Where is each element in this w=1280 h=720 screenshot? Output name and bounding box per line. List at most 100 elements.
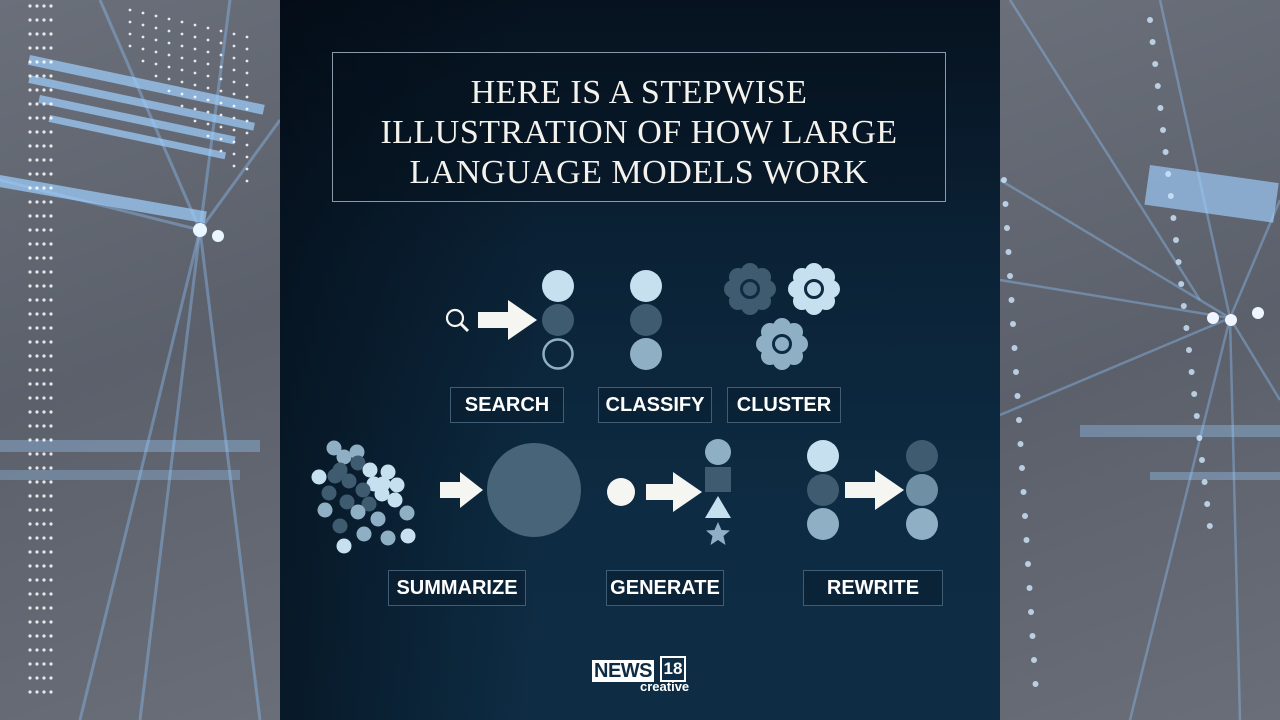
- bg-dot: [167, 77, 171, 81]
- bg-dot: [49, 60, 53, 64]
- bg-dot: [28, 4, 32, 8]
- bg-dot: [128, 32, 132, 36]
- classify-illustration: [630, 270, 662, 370]
- class-circle-mid: [630, 338, 662, 370]
- bg-dot: [206, 38, 210, 42]
- bg-dot: [245, 47, 249, 51]
- bg-dot: [42, 382, 46, 386]
- step-label-cluster: CLUSTER: [727, 387, 841, 423]
- bg-dot: [35, 620, 39, 624]
- bg-dot: [49, 620, 53, 624]
- bg-dot: [1023, 537, 1030, 543]
- bg-dot: [28, 662, 32, 666]
- bg-dot: [49, 522, 53, 526]
- arrow-right-icon: [478, 300, 537, 340]
- bg-dot: [219, 41, 223, 45]
- bg-dot: [35, 88, 39, 92]
- infographic-panel: HERE IS A STEPWISE ILLUSTRATION OF HOW L…: [280, 0, 1000, 720]
- bg-dot: [42, 144, 46, 148]
- bg-dot: [1020, 489, 1027, 495]
- bg-dot: [1165, 171, 1172, 177]
- bg-dot: [35, 508, 39, 512]
- bg-dot: [154, 14, 158, 18]
- bg-dot: [42, 452, 46, 456]
- bg-dot: [42, 480, 46, 484]
- bg-dot: [35, 662, 39, 666]
- bg-dot: [35, 522, 39, 526]
- bg-dot: [245, 59, 249, 63]
- step-label-search: SEARCH: [450, 387, 564, 423]
- target-circle-dark: [906, 440, 938, 472]
- bg-dot: [28, 620, 32, 624]
- bg-dot: [49, 298, 53, 302]
- bg-dot: [49, 480, 53, 484]
- bg-dot: [193, 107, 197, 111]
- bg-dot: [1170, 215, 1177, 221]
- bg-dot: [28, 396, 32, 400]
- bg-dot: [28, 186, 32, 190]
- bg-dot: [1204, 501, 1211, 507]
- bg-dot: [232, 152, 236, 156]
- bg-dot: [42, 690, 46, 694]
- bg-dot: [49, 326, 53, 330]
- bg-dot: [128, 44, 132, 48]
- bg-dot: [42, 18, 46, 22]
- bg-dot: [49, 368, 53, 372]
- bg-dot: [49, 284, 53, 288]
- bg-dot: [245, 167, 249, 171]
- bg-dot: [232, 32, 236, 36]
- bg-dot: [28, 74, 32, 78]
- bg-dot: [49, 606, 53, 610]
- bg-dot: [245, 107, 249, 111]
- bg-dot: [1149, 39, 1156, 45]
- bg-dot: [35, 382, 39, 386]
- bg-dot: [42, 74, 46, 78]
- scatter-dot: [374, 486, 390, 502]
- bg-dot: [49, 130, 53, 134]
- bg-dot: [28, 172, 32, 176]
- bg-dot: [42, 494, 46, 498]
- bg-dot: [28, 88, 32, 92]
- bg-dot: [1183, 325, 1190, 331]
- background-right-network-image: [1000, 0, 1280, 720]
- bg-dot: [35, 284, 39, 288]
- bg-dot: [206, 98, 210, 102]
- flower-cluster-icon: [756, 318, 808, 370]
- bg-dot: [28, 634, 32, 638]
- bg-dot: [49, 88, 53, 92]
- magnifier-icon: [445, 308, 470, 333]
- bg-dot: [28, 480, 32, 484]
- bg-dot: [35, 102, 39, 106]
- bg-dot: [35, 32, 39, 36]
- output-circle: [705, 439, 731, 465]
- bg-dot: [167, 41, 171, 45]
- bg-dot: [49, 312, 53, 316]
- bg-dot: [35, 648, 39, 652]
- bg-dot: [28, 676, 32, 680]
- bg-dot: [28, 410, 32, 414]
- bg-dot: [206, 134, 210, 138]
- bg-dot: [28, 522, 32, 526]
- bg-dot: [35, 298, 39, 302]
- bg-dot: [35, 46, 39, 50]
- logo-sub: creative: [640, 679, 690, 694]
- bg-dot: [28, 606, 32, 610]
- bg-dot: [1196, 435, 1203, 441]
- bg-dot: [42, 284, 46, 288]
- bg-dot: [232, 104, 236, 108]
- bg-dot: [154, 38, 158, 42]
- bg-dot: [35, 340, 39, 344]
- bg-dot: [35, 172, 39, 176]
- bg-dot: [180, 80, 184, 84]
- scatter-dot: [317, 502, 333, 518]
- bg-dot: [245, 143, 249, 147]
- bg-dot: [1188, 369, 1195, 375]
- bg-dot: [1175, 259, 1182, 265]
- bg-dot: [35, 690, 39, 694]
- bg-dot: [42, 298, 46, 302]
- bg-dot: [28, 690, 32, 694]
- bg-dot: [141, 23, 145, 27]
- source-circle-light: [807, 440, 839, 472]
- bg-dot: [1013, 369, 1019, 375]
- scatter-dot: [336, 449, 352, 465]
